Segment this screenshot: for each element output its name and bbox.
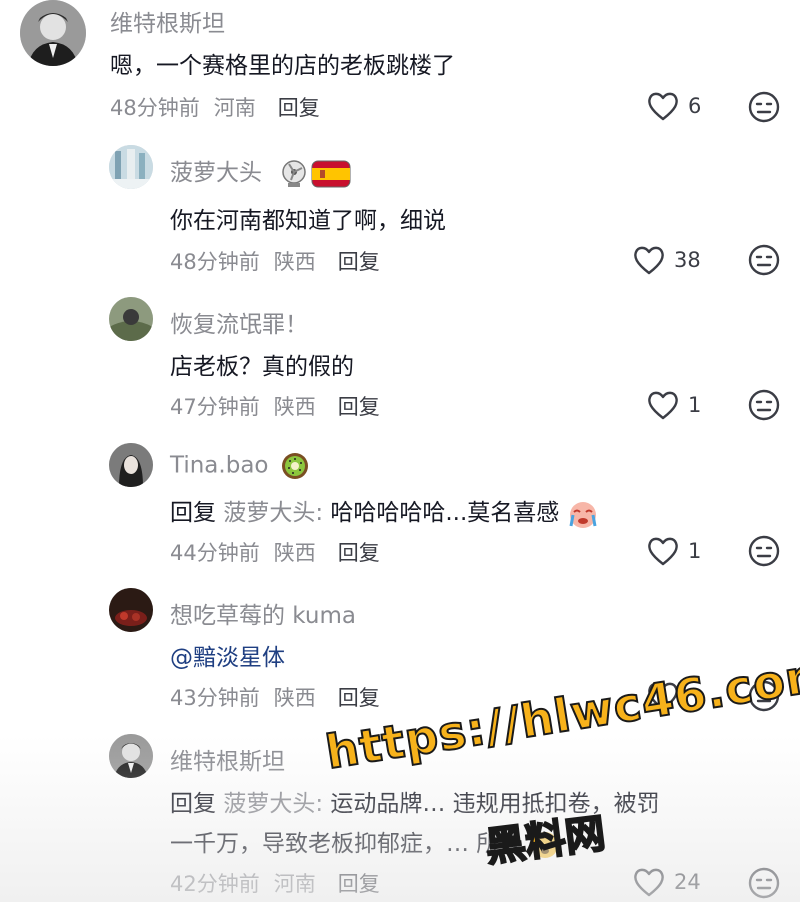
comment-meta: 44分钟前 陕西 回复 [170,537,394,567]
reply-prefix: 回复 [170,500,216,526]
reply-target[interactable]: 菠萝大头: [223,500,323,526]
comment-meta: 48分钟前 陕西 回复 [170,246,394,276]
spain-flag-icon [311,160,351,187]
meh-face-icon[interactable] [748,244,780,276]
meh-face-icon[interactable] [748,535,780,567]
like-button[interactable]: 1 [646,389,701,421]
like-button[interactable]: 6 [646,90,701,122]
location: 河南 [213,96,256,120]
timestamp: 47分钟前 [170,395,260,419]
comment-meta: 42分钟前 河南 回复 [170,868,394,898]
username[interactable]: Tina.bao [170,451,310,481]
meh-face-icon[interactable] [748,91,780,123]
comment-meta: 43分钟前 陕西 回复 [170,682,394,712]
avatar[interactable] [20,0,86,66]
kiwi-icon [281,453,308,479]
like-count: 24 [674,870,701,894]
like-count: 6 [688,94,702,118]
heart-outline-icon [634,868,664,897]
avatar[interactable] [109,734,153,778]
reply-button[interactable]: 回复 [338,395,380,419]
like-button[interactable]: 24 [632,866,701,898]
like-count: 1 [688,393,702,417]
avatar[interactable] [109,588,153,632]
avatar[interactable] [109,297,153,341]
location: 陕西 [273,541,316,565]
username[interactable]: 想吃草莓的 kuma [170,596,356,630]
crying-emoji-icon [569,501,597,528]
heart-outline-icon [648,92,678,121]
comment-text: 你在河南都知道了啊，细说 [170,208,446,234]
comment-text: 回复 菠萝大头: 哈哈哈哈哈...莫名喜感 [170,493,599,529]
meh-face-icon[interactable] [748,867,780,899]
username[interactable]: 维特根斯坦 [170,742,285,776]
comment-meta: 48分钟前 河南 回复 [110,92,334,122]
reply-prefix: 回复 [170,791,216,817]
username[interactable]: 菠萝大头 [170,153,351,189]
meh-face-icon[interactable] [748,389,780,421]
location: 陕西 [273,686,316,710]
comment-meta: 47分钟前 陕西 回复 [170,391,394,421]
location: 陕西 [273,395,316,419]
timestamp: 44分钟前 [170,541,260,565]
reply-button[interactable]: 回复 [338,686,380,710]
username[interactable]: 恢复流氓罪！ [170,305,308,339]
comment-text: @黯淡星体 [170,638,285,672]
watermark-url: https://hlwc46.com [321,645,800,781]
timestamp: 43分钟前 [170,686,260,710]
like-button[interactable]: 1 [646,535,701,567]
reply-button[interactable]: 回复 [338,872,380,896]
avatar[interactable] [109,443,153,487]
like-button[interactable]: 38 [632,244,701,276]
heart-outline-icon [648,391,678,420]
username[interactable]: 维特根斯坦 [110,4,225,38]
reply-button[interactable]: 回复 [278,96,320,120]
comment-text: 嗯，一个赛格里的店的老板跳楼了 [110,53,455,79]
like-count: 38 [674,248,701,272]
reply-button[interactable]: 回复 [338,250,380,274]
timestamp: 42分钟前 [170,872,260,896]
reply-target[interactable]: 菠萝大头: [223,791,323,817]
timestamp: 48分钟前 [170,250,260,274]
location: 陕西 [273,250,316,274]
comment-text: 店老板？真的假的 [170,354,354,380]
heart-outline-icon [648,537,678,566]
like-count: 1 [688,539,702,563]
mention-link[interactable]: @黯淡星体 [170,645,285,671]
avatar[interactable] [109,145,153,189]
location: 河南 [273,872,316,896]
heart-outline-icon [634,246,664,275]
reply-button[interactable]: 回复 [338,541,380,565]
fan-icon [282,159,307,187]
timestamp: 48分钟前 [110,96,200,120]
